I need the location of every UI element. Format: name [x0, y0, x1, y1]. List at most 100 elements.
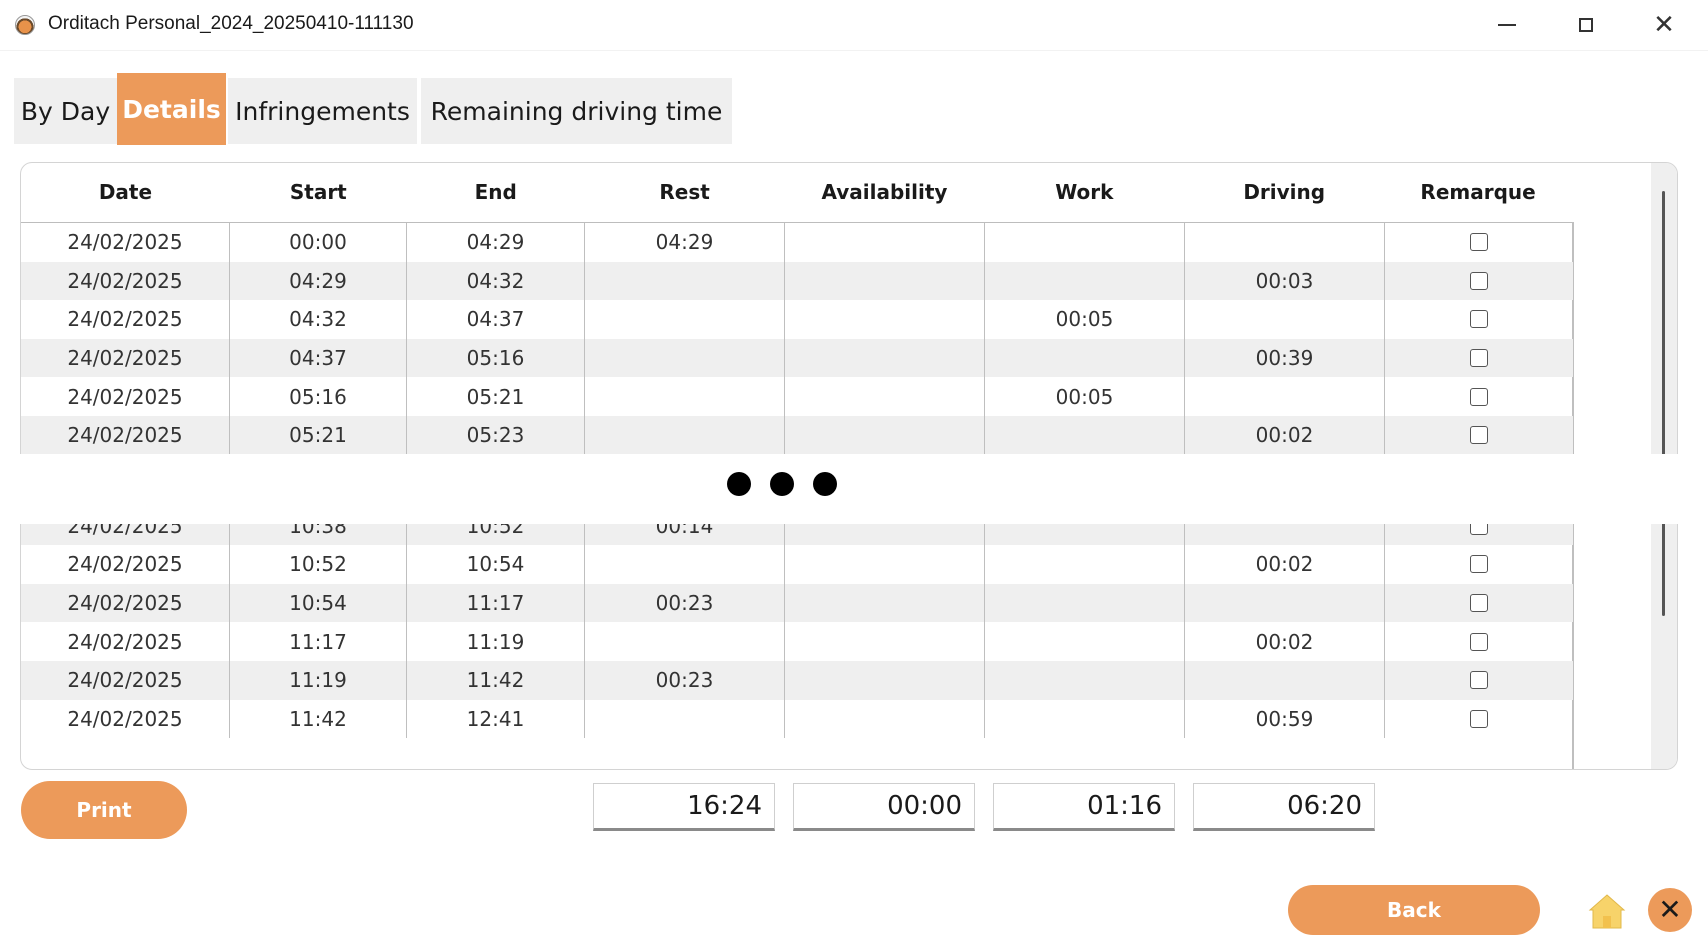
print-button[interactable]: Print	[21, 781, 187, 839]
cell-availability	[785, 415, 985, 455]
cell-start: 05:21	[230, 415, 407, 455]
column-header-remarque[interactable]: Remarque	[1384, 163, 1572, 221]
table-row[interactable]: 24/02/2025 10:54 11:17 00:23	[21, 583, 1573, 623]
cell-start: 10:52	[230, 545, 407, 584]
cell-remarque	[1385, 700, 1573, 739]
cell-date: 24/02/2025	[21, 377, 230, 416]
remarque-checkbox[interactable]	[1470, 594, 1488, 613]
cell-availability	[785, 583, 985, 623]
cell-start: 00:00	[230, 223, 407, 262]
cell-remarque	[1385, 262, 1573, 301]
tab-remaining-driving-time[interactable]: Remaining driving time	[421, 78, 732, 144]
home-icon[interactable]	[1588, 892, 1626, 930]
cell-work	[985, 338, 1185, 378]
remarque-checkbox[interactable]	[1470, 426, 1488, 445]
cell-rest	[585, 377, 785, 416]
column-header-date[interactable]: Date	[21, 163, 230, 221]
cell-start: 04:29	[230, 261, 407, 301]
cell-work	[985, 415, 1185, 455]
table-row[interactable]: 24/02/2025 10:52 10:54 00:02	[21, 545, 1573, 584]
cell-work	[985, 583, 1185, 623]
cell-date: 24/02/2025	[21, 338, 230, 378]
cell-remarque	[1385, 661, 1573, 700]
close-button[interactable]: ✕	[1648, 888, 1692, 932]
cell-availability	[785, 261, 985, 301]
cell-work: 00:05	[985, 300, 1185, 339]
cell-availability	[785, 223, 985, 262]
cell-remarque	[1385, 377, 1573, 416]
scrollbar-thumb[interactable]	[1662, 191, 1665, 616]
remarque-checkbox[interactable]	[1470, 632, 1488, 651]
column-header-availability[interactable]: Availability	[785, 163, 985, 221]
cell-start: 11:17	[230, 622, 407, 661]
minimize-button[interactable]	[1485, 8, 1529, 42]
remarque-checkbox[interactable]	[1470, 349, 1488, 368]
close-window-button[interactable]: ✕	[1642, 8, 1686, 42]
remarque-checkbox[interactable]	[1470, 709, 1488, 728]
cell-end: 11:17	[407, 583, 585, 623]
cell-rest	[585, 699, 785, 739]
column-header-work[interactable]: Work	[984, 163, 1184, 221]
cell-remarque	[1385, 545, 1573, 584]
cell-start: 04:37	[230, 338, 407, 378]
cell-end: 05:16	[407, 338, 585, 378]
cell-rest	[585, 300, 785, 339]
cell-rest	[585, 338, 785, 378]
table-row[interactable]: 24/02/2025 04:29 04:32 00:03	[21, 261, 1573, 301]
tab-by-day[interactable]: By Day	[14, 78, 117, 144]
cell-driving: 00:03	[1185, 261, 1385, 301]
back-button[interactable]: Back	[1288, 885, 1540, 935]
cell-work	[985, 545, 1185, 584]
remarque-checkbox[interactable]	[1470, 671, 1488, 690]
table-row[interactable]: 24/02/2025 11:42 12:41 00:59	[21, 699, 1573, 739]
cell-work: 00:05	[985, 377, 1185, 416]
cell-driving: 00:39	[1185, 338, 1385, 378]
maximize-button[interactable]	[1564, 8, 1608, 42]
cell-work	[985, 660, 1185, 700]
column-header-end[interactable]: End	[407, 163, 585, 221]
tab-infringements[interactable]: Infringements	[228, 78, 417, 144]
table-row[interactable]: 24/02/2025 05:21 05:23 00:02	[21, 415, 1573, 455]
cell-driving	[1185, 377, 1385, 416]
cell-remarque	[1385, 300, 1573, 339]
table-row[interactable]: 24/02/2025 00:00 04:29 04:29	[21, 223, 1573, 262]
cell-driving	[1185, 300, 1385, 339]
cell-start: 11:42	[230, 699, 407, 739]
cell-work	[985, 622, 1185, 661]
column-header-rest[interactable]: Rest	[585, 163, 785, 221]
remarque-checkbox[interactable]	[1470, 271, 1488, 290]
cell-availability	[785, 699, 985, 739]
cell-start: 05:16	[230, 377, 407, 416]
table-row[interactable]: 24/02/2025 11:19 11:42 00:23	[21, 660, 1573, 700]
remarque-checkbox[interactable]	[1470, 555, 1488, 574]
column-header-driving[interactable]: Driving	[1184, 163, 1384, 221]
cell-rest: 00:23	[585, 583, 785, 623]
table-header: Date Start End Rest Availability Work Dr…	[21, 163, 1572, 221]
cell-end: 11:42	[407, 660, 585, 700]
table-row[interactable]: 24/02/2025 11:17 11:19 00:02	[21, 622, 1573, 661]
cell-remarque	[1385, 622, 1573, 661]
cell-remarque	[1385, 416, 1573, 455]
remarque-checkbox[interactable]	[1470, 387, 1488, 406]
tab-details[interactable]: Details	[117, 73, 226, 145]
cell-rest	[585, 415, 785, 455]
cell-driving: 00:02	[1185, 415, 1385, 455]
remarque-checkbox[interactable]	[1470, 233, 1488, 252]
total-rest: 16:24	[593, 783, 775, 831]
cell-driving	[1185, 660, 1385, 700]
cell-availability	[785, 377, 985, 416]
table-row[interactable]: 24/02/2025 04:37 05:16 00:39	[21, 338, 1573, 378]
cell-rest: 04:29	[585, 223, 785, 262]
ellipsis-dot	[770, 472, 794, 496]
cell-date: 24/02/2025	[21, 583, 230, 623]
remarque-checkbox[interactable]	[1470, 310, 1488, 329]
cell-driving: 00:02	[1185, 622, 1385, 661]
column-header-start[interactable]: Start	[230, 163, 407, 221]
cell-availability	[785, 545, 985, 584]
minimize-icon	[1498, 24, 1516, 26]
table-body-top: 24/02/2025 00:00 04:29 04:29 24/02/2025 04:29…	[21, 223, 1573, 455]
cell-end: 05:21	[407, 377, 585, 416]
table-row[interactable]: 24/02/2025 05:16 05:21 00:05	[21, 377, 1573, 416]
table-row[interactable]: 24/02/2025 04:32 04:37 00:05	[21, 300, 1573, 339]
cell-remarque	[1385, 223, 1573, 262]
